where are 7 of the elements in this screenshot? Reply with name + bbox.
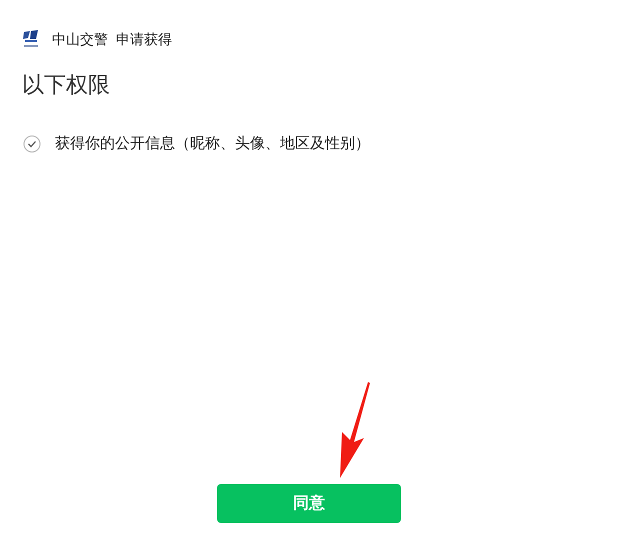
- check-icon[interactable]: [23, 134, 41, 152]
- app-name: 中山交警: [52, 31, 108, 49]
- permission-label: 获得你的公开信息（昵称、头像、地区及性别）: [55, 134, 370, 153]
- logo-icon: [22, 30, 40, 50]
- agree-button[interactable]: 同意: [217, 484, 401, 523]
- request-text: 申请获得: [116, 31, 172, 49]
- page-title: 以下权限: [22, 72, 111, 100]
